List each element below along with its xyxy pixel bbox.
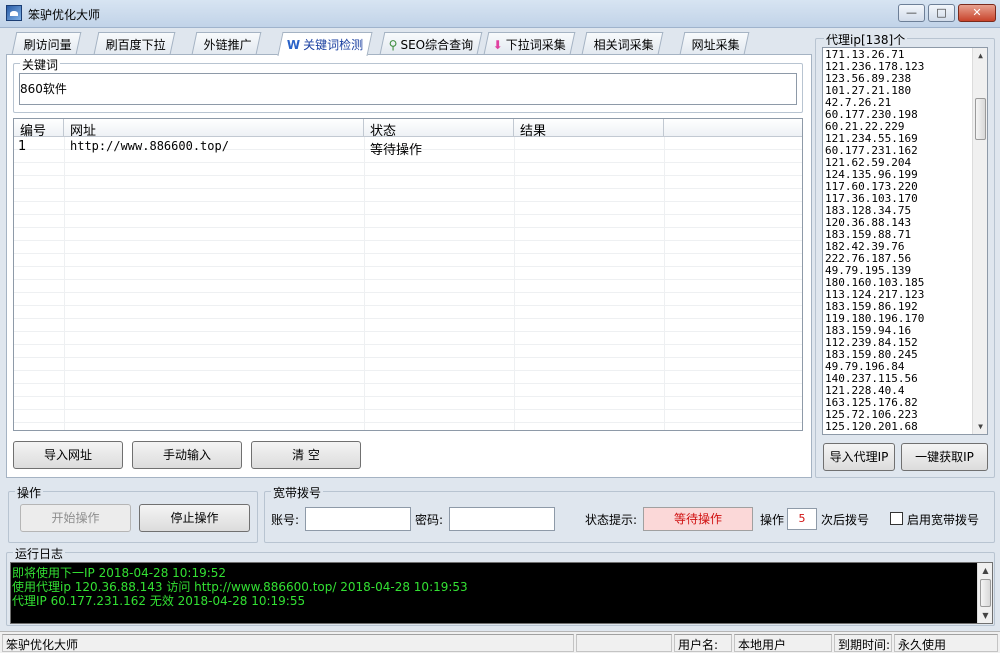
table-body[interactable]: 1 http://www.886600.top/ 等待操作 [14, 137, 802, 430]
table-row[interactable]: 1 http://www.886600.top/ 等待操作 [14, 137, 802, 158]
operation-group: 操作 开始操作 停止操作 [8, 484, 258, 543]
status-app-name: 笨驴优化大师 [2, 634, 574, 652]
row-status: 等待操作 [370, 143, 423, 158]
proxy-item[interactable]: 125.120.201.68 [825, 421, 918, 433]
window-title: 笨驴优化大师 [28, 8, 101, 22]
tab-external-links[interactable]: 外链推广 [191, 32, 262, 54]
stop-button[interactable]: 停止操作 [139, 504, 250, 532]
title-bar[interactable]: 笨驴优化大师 — □ ✕ [0, 0, 1000, 28]
column-divider [664, 137, 665, 430]
broadband-group: 宽带拨号 账号: 密码: 状态提示: 等待操作 操作 5 次后拨号 启用宽带拨号 [264, 484, 995, 543]
tab-seo-query[interactable]: ⚲ SEO综合查询 [379, 32, 483, 54]
status-bar: 笨驴优化大师 用户名: 本地用户 到期时间: 永久使用 [0, 631, 1000, 653]
scroll-thumb[interactable] [975, 98, 986, 140]
proxy-group: 代理ip[138]个 171.13.26.71 121.236.178.123 12… [815, 31, 995, 478]
column-divider [64, 137, 65, 430]
url-table: 编号 网址 状态 结果 1 http://www.886600.top/ 等待操… [13, 118, 803, 431]
proxy-count-title: 代理ip[138]个 [824, 31, 908, 48]
tab-related-collect[interactable]: 相关词采集 [581, 32, 664, 54]
log-group-title: 运行日志 [13, 545, 66, 562]
log-line: 代理IP 60.177.231.162 无效 2018-04-28 10:19:… [12, 594, 306, 608]
column-header-result[interactable]: 结果 [514, 119, 664, 139]
tab-keyword-check[interactable]: W 关键词检测 [277, 32, 373, 56]
import-proxy-button[interactable]: 导入代理IP [823, 443, 895, 471]
pink-arrow-icon: ⬇ [492, 38, 503, 52]
close-icon: ✕ [972, 6, 982, 19]
log-scrollbar[interactable]: ▲ ▼ [977, 563, 992, 623]
import-url-button[interactable]: 导入网址 [13, 441, 123, 469]
keyword-input[interactable]: 860软件 [19, 73, 797, 105]
log-group: 运行日志 即将使用下一IP 2018-04-28 10:19:52 使用代理ip… [6, 545, 995, 626]
row-url: http://www.886600.top/ [70, 139, 229, 153]
tab-bar: 刷访问量 刷百度下拉 外链推广 W 关键词检测 ⚲ SEO综合查询 ⬇ 下拉词采集 相… [8, 32, 808, 56]
enable-dial-checkbox[interactable] [890, 512, 903, 525]
status-expire-value: 永久使用 [894, 634, 998, 652]
log-area[interactable]: 即将使用下一IP 2018-04-28 10:19:52 使用代理ip 120.… [10, 562, 993, 624]
op-count-input[interactable]: 5 [787, 508, 817, 530]
scroll-down-icon[interactable]: ▼ [973, 419, 987, 434]
table-header: 编号 网址 状态 结果 [14, 119, 802, 139]
keyword-group-title: 关键词 [20, 56, 61, 73]
get-ip-button[interactable]: 一键获取IP [901, 443, 988, 471]
tab-baidu-dropdown[interactable]: 刷百度下拉 [93, 32, 176, 54]
row-id: 1 [18, 139, 27, 154]
status-hint-value: 等待操作 [643, 507, 753, 531]
app-logo-icon [6, 5, 22, 21]
tab-dropdown-collect[interactable]: ⬇ 下拉词采集 [483, 32, 576, 54]
column-divider [364, 137, 365, 430]
word-w-icon: W [286, 38, 301, 52]
enable-dial-label[interactable]: 启用宽带拨号 [907, 511, 979, 528]
operation-group-title: 操作 [15, 484, 44, 501]
manual-input-button[interactable]: 手动输入 [132, 441, 242, 469]
op-count-label: 操作 [760, 513, 785, 527]
account-input[interactable] [305, 507, 411, 531]
maximize-icon: □ [936, 6, 947, 19]
clear-button[interactable]: 清 空 [251, 441, 361, 469]
password-input[interactable] [449, 507, 555, 531]
column-header-url[interactable]: 网址 [64, 119, 364, 139]
proxy-scrollbar[interactable]: ▲ ▼ [972, 48, 987, 434]
tab-visits[interactable]: 刷访问量 [11, 32, 82, 54]
scroll-down-icon[interactable]: ▼ [978, 608, 992, 623]
proxy-list[interactable]: 171.13.26.71 121.236.178.123 123.56.89.238… [822, 47, 988, 435]
minimize-button[interactable]: — [898, 4, 925, 22]
keyword-group: 关键词 860软件 [13, 56, 803, 113]
scroll-up-icon[interactable]: ▲ [978, 563, 992, 578]
status-empty-cell [576, 634, 672, 652]
scroll-up-icon[interactable]: ▲ [973, 48, 987, 63]
dial-after-label: 次后拨号 [821, 513, 870, 527]
status-hint-label: 状态提示: [585, 513, 638, 527]
status-expire-label: 到期时间: [834, 634, 892, 652]
password-label: 密码: [415, 513, 444, 527]
status-user-label: 用户名: [674, 634, 732, 652]
account-label: 账号: [271, 513, 300, 527]
magnifier-icon: ⚲ [388, 38, 398, 52]
tab-url-collect[interactable]: 网址采集 [679, 32, 750, 54]
close-button[interactable]: ✕ [958, 4, 996, 22]
keyword-check-panel: 关键词 860软件 编号 网址 状态 结果 1 http://www.88660… [6, 54, 812, 478]
column-header-status[interactable]: 状态 [364, 119, 514, 139]
column-divider [514, 137, 515, 430]
scroll-thumb[interactable] [980, 579, 991, 607]
column-header-id[interactable]: 编号 [14, 119, 64, 139]
status-user-value: 本地用户 [734, 634, 832, 652]
maximize-button[interactable]: □ [928, 4, 955, 22]
minimize-icon: — [906, 6, 917, 19]
broadband-group-title: 宽带拨号 [271, 484, 324, 501]
start-button[interactable]: 开始操作 [20, 504, 131, 532]
